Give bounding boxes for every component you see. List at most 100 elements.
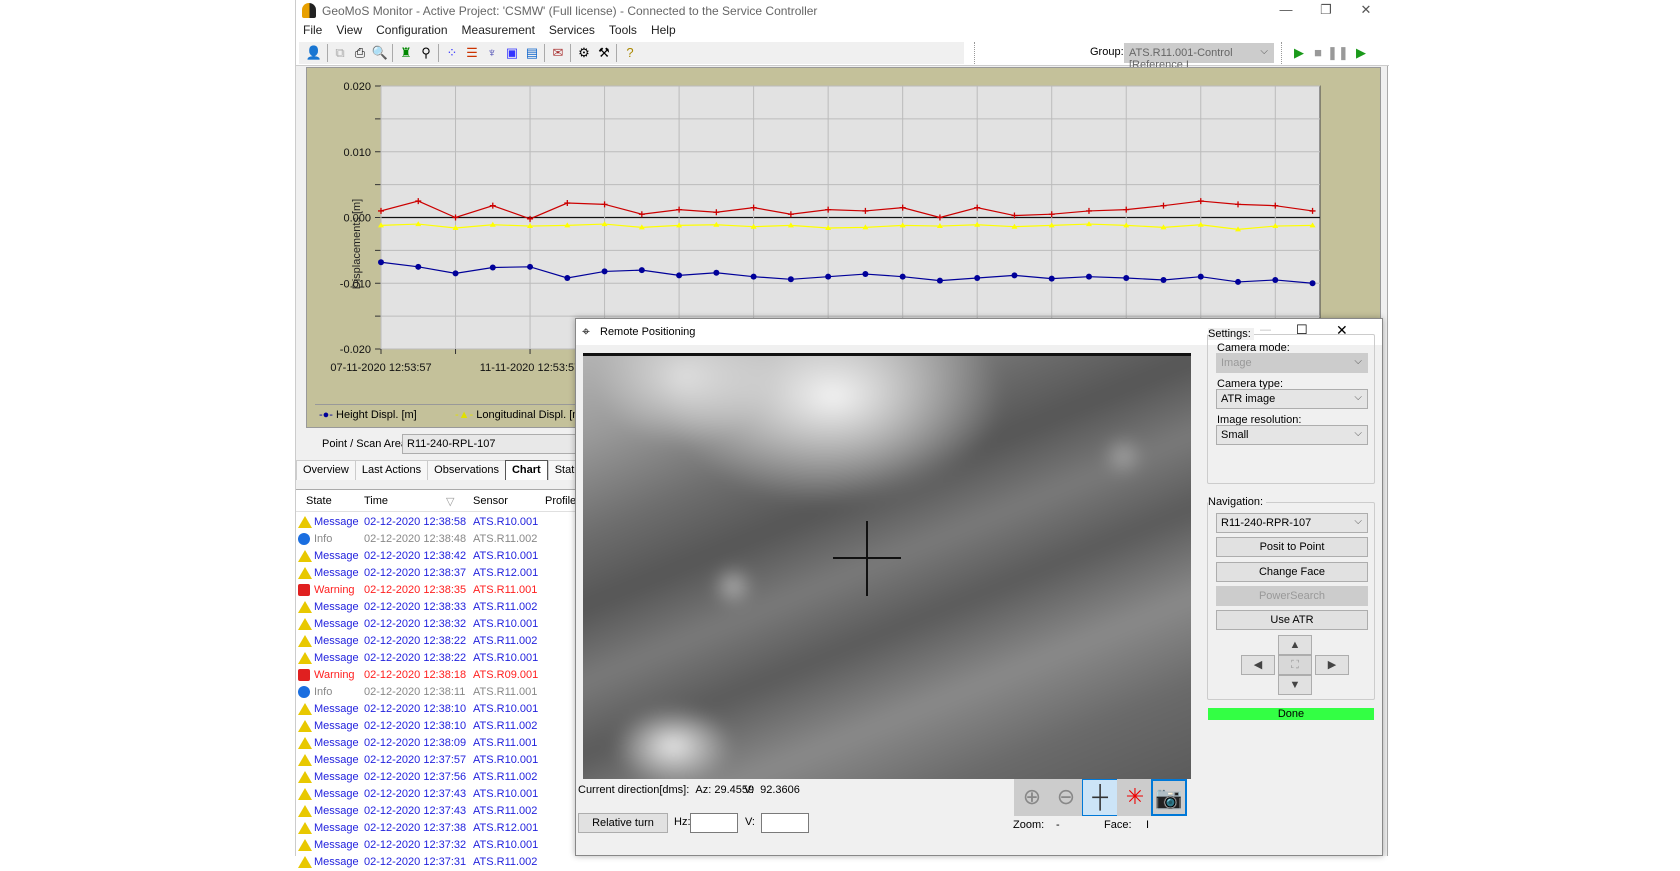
col-profile[interactable]: Profile <box>545 495 576 507</box>
print-icon[interactable]: ⎙ <box>350 43 370 63</box>
camera-image[interactable] <box>583 353 1191 779</box>
log-row[interactable]: Message 02-12-2020 12:38:42 ATS.R10.001 <box>298 548 588 565</box>
menu-configuration[interactable]: Configuration <box>369 22 454 38</box>
pause-icon[interactable]: ❚❚ <box>1327 43 1349 63</box>
log-row[interactable]: Message 02-12-2020 12:37:57 ATS.R10.001 <box>298 752 588 769</box>
play-single-icon[interactable]: ▶ <box>1351 43 1371 63</box>
menu-view[interactable]: View <box>329 22 369 38</box>
log-row[interactable]: Message 02-12-2020 12:37:38 ATS.R12.001 <box>298 820 588 837</box>
menu-services[interactable]: Services <box>542 22 602 38</box>
log-row[interactable]: Message 02-12-2020 12:38:10 ATS.R11.002 <box>298 718 588 735</box>
data-point <box>899 273 906 280</box>
log-row[interactable]: Message 02-12-2020 12:37:31 ATS.R11.002 <box>298 854 588 871</box>
camera-snapshot-icon[interactable]: 📷 <box>1151 779 1187 816</box>
col-state[interactable]: State <box>306 495 332 507</box>
hz-input[interactable] <box>690 813 738 833</box>
col-sensor[interactable]: Sensor <box>473 495 508 507</box>
minimize-button[interactable]: — <box>1266 2 1306 20</box>
settings-icon[interactable]: ⚙ <box>574 43 594 63</box>
log-row[interactable]: Message 02-12-2020 12:38:32 ATS.R10.001 <box>298 616 588 633</box>
camera-type-select[interactable]: ATR image ⌵ <box>1216 389 1368 409</box>
laser-pointer-icon[interactable]: ✳ <box>1117 779 1153 816</box>
log-sensor: ATS.R11.001 <box>473 584 538 596</box>
log-row[interactable]: Message 02-12-2020 12:38:22 ATS.R11.002 <box>298 633 588 650</box>
col-time[interactable]: Time <box>364 495 388 507</box>
play-icon[interactable]: ▶ <box>1289 43 1309 63</box>
log-row[interactable]: Info 02-12-2020 12:38:48 ATS.R11.002 <box>298 531 588 548</box>
arrow-right-button[interactable]: ▶ <box>1315 655 1349 675</box>
menu-help[interactable]: Help <box>644 22 683 38</box>
log-row[interactable]: Message 02-12-2020 12:38:09 ATS.R11.001 <box>298 735 588 752</box>
log-row[interactable]: Message 02-12-2020 12:37:43 ATS.R10.001 <box>298 786 588 803</box>
nav-point-select[interactable]: R11-240-RPR-107 ⌵ <box>1216 513 1368 533</box>
center-focus-button[interactable]: ⛶ <box>1278 655 1312 675</box>
group-select[interactable]: ATS.R11.001-Control [Reference I ⌵ <box>1124 43 1274 71</box>
copy-icon[interactable]: ⧉ <box>330 43 350 63</box>
help-icon[interactable]: ? <box>620 43 640 63</box>
close-button[interactable]: ✕ <box>1346 2 1386 20</box>
chart-icon[interactable]: ▣ <box>502 43 522 63</box>
zoom-out-icon[interactable]: ⊖ <box>1048 779 1084 816</box>
message-icon[interactable]: ✉ <box>548 43 568 63</box>
data-point <box>378 259 384 266</box>
menu-measurement[interactable]: Measurement <box>455 22 542 38</box>
log-state: Message <box>314 788 359 800</box>
camera-mode-select[interactable]: Image ⌵ <box>1216 353 1368 373</box>
change-face-button[interactable]: Change Face <box>1216 562 1368 582</box>
log-state: Message <box>314 652 359 664</box>
sensor-icon[interactable]: ♜ <box>396 43 416 63</box>
stop-icon[interactable]: ■ <box>1308 43 1328 63</box>
report-icon[interactable]: ▤ <box>522 43 542 63</box>
point-select[interactable]: R11-240-RPL-107 <box>402 434 602 454</box>
zoom-value: - <box>1056 819 1060 831</box>
log-time: 02-12-2020 12:37:31 <box>364 856 467 868</box>
log-state: Message <box>314 703 359 715</box>
zoom-in-icon[interactable]: ⊕ <box>1014 779 1050 816</box>
data-point <box>862 271 869 278</box>
arrow-down-button[interactable]: ▼ <box>1278 675 1312 695</box>
data-point <box>750 273 757 280</box>
relative-turn-button[interactable]: Relative turn <box>578 813 668 833</box>
posit-to-point-button[interactable]: Posit to Point <box>1216 537 1368 557</box>
log-row[interactable]: Message 02-12-2020 12:38:33 ATS.R11.002 <box>298 599 588 616</box>
log-row[interactable]: Warning 02-12-2020 12:38:35 ATS.R11.001 <box>298 582 588 599</box>
tab-chart[interactable]: Chart <box>504 460 549 480</box>
profile-icon[interactable]: ☰ <box>462 43 482 63</box>
log-row[interactable]: Message 02-12-2020 12:38:58 ATS.R10.001 <box>298 514 588 531</box>
powersearch-button[interactable]: PowerSearch <box>1216 586 1368 606</box>
log-time: 02-12-2020 12:38:10 <box>364 703 467 715</box>
tab-last-actions[interactable]: Last Actions <box>354 460 429 480</box>
log-time: 02-12-2020 12:38:10 <box>364 720 467 732</box>
resolution-select[interactable]: Small ⌵ <box>1216 425 1368 445</box>
scan-icon[interactable]: ♆ <box>482 43 502 63</box>
tools-icon[interactable]: ⚒ <box>594 43 614 63</box>
log-row[interactable]: Message 02-12-2020 12:37:43 ATS.R11.002 <box>298 803 588 820</box>
log-row[interactable]: Warning 02-12-2020 12:38:18 ATS.R09.001 <box>298 667 588 684</box>
y-axis-title: Displacements [m] <box>351 198 363 290</box>
log-row[interactable]: Message 02-12-2020 12:38:22 ATS.R10.001 <box>298 650 588 667</box>
arrow-up-button[interactable]: ▲ <box>1278 635 1312 655</box>
print-preview-icon[interactable]: 🔍 <box>370 43 390 63</box>
user-icon[interactable]: 👤 <box>304 43 324 63</box>
probe-icon[interactable]: ⚲ <box>416 43 436 63</box>
chevron-down-icon: ⌵ <box>1354 516 1362 527</box>
use-atr-button[interactable]: Use ATR <box>1216 610 1368 630</box>
menu-tools[interactable]: Tools <box>602 22 644 38</box>
data-point <box>452 270 459 277</box>
log-row[interactable]: Message 02-12-2020 12:37:56 ATS.R11.002 <box>298 769 588 786</box>
points-icon[interactable]: ⁘ <box>442 43 462 63</box>
warning-triangle-icon <box>298 754 312 766</box>
tab-observations[interactable]: Observations <box>427 460 506 480</box>
log-row[interactable]: Message 02-12-2020 12:38:37 ATS.R12.001 <box>298 565 588 582</box>
crosshair-toggle-icon[interactable]: ┼ <box>1082 779 1118 816</box>
point-label: Point / Scan Area: <box>322 438 411 450</box>
tab-overview[interactable]: Overview <box>296 460 356 480</box>
restore-button[interactable]: ❐ <box>1306 2 1346 20</box>
log-row[interactable]: Message 02-12-2020 12:38:10 ATS.R10.001 <box>298 701 588 718</box>
log-row[interactable]: Info 02-12-2020 12:38:11 ATS.R11.001 <box>298 684 588 701</box>
log-time: 02-12-2020 12:38:35 <box>364 584 467 596</box>
arrow-left-button[interactable]: ◀ <box>1241 655 1275 675</box>
menu-file[interactable]: File <box>296 22 329 38</box>
log-row[interactable]: Message 02-12-2020 12:37:32 ATS.R10.001 <box>298 837 588 854</box>
v-input[interactable] <box>761 813 809 833</box>
